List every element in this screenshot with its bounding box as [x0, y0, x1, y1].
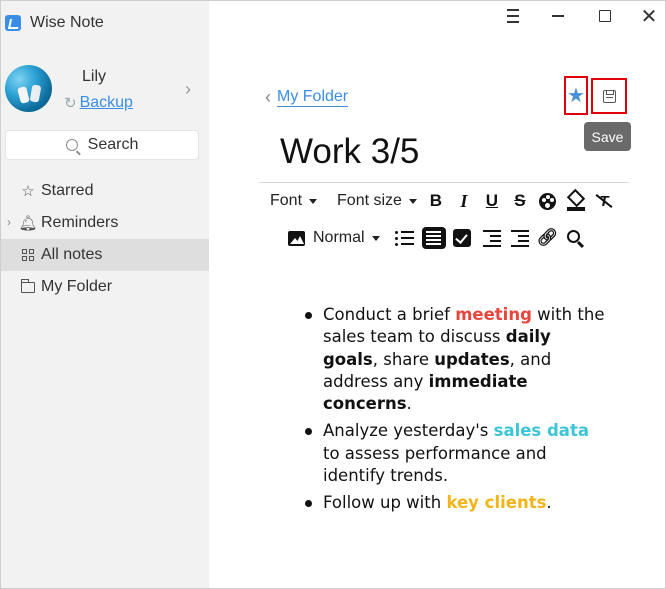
save-tooltip: Save [584, 122, 631, 151]
app-window: Wise Note Lily ↻ Backup › Search ☆ Starr… [0, 0, 666, 589]
user-name: Lily [82, 68, 107, 85]
chevron-right-icon[interactable]: › [185, 79, 191, 100]
caret-down-icon [371, 235, 380, 241]
list-item[interactable]: Conduct a brief meeting with the sales t… [299, 304, 609, 415]
insert-link-button[interactable]: 🔗︎ [537, 227, 559, 249]
search-label: Search [87, 136, 139, 153]
indent-icon [482, 229, 501, 247]
save-button[interactable] [591, 78, 627, 114]
bold-text: updates [434, 349, 510, 369]
note-bullet-list: Conduct a brief meeting with the sales t… [299, 304, 609, 515]
outdent-button[interactable] [509, 227, 531, 249]
paragraph-style-dropdown[interactable]: Normal [313, 229, 380, 247]
sync-icon: ↻ [64, 95, 77, 112]
avatar[interactable] [5, 65, 52, 112]
sidebar-item-all-notes[interactable]: All notes [1, 239, 209, 271]
sidebar-item-reminders[interactable]: › 🔔︎ Reminders [1, 207, 209, 239]
sidebar-item-label: Starred [41, 182, 94, 199]
breadcrumb[interactable]: ‹ My Folder [265, 87, 349, 108]
expand-arrow-icon[interactable]: › [7, 215, 11, 229]
search-icon [65, 139, 78, 151]
star-outline-icon: ☆ [21, 183, 35, 200]
bold-button[interactable]: B [425, 190, 447, 212]
maximize-icon[interactable] [594, 5, 616, 27]
backup-button[interactable]: ↻ Backup [64, 94, 133, 112]
underline-button[interactable]: U [481, 190, 503, 212]
highlight-cyan-text: sales data [493, 421, 589, 441]
highlight-color-button[interactable] [565, 188, 587, 212]
app-logo-icon [5, 15, 21, 31]
menu-icon[interactable] [504, 5, 522, 27]
link-icon: 🔗︎ [536, 228, 559, 247]
highlight-red-text: meeting [455, 305, 532, 324]
highlight-amber-text: key clients [446, 493, 547, 513]
italic-button[interactable]: I [453, 190, 475, 212]
note-title[interactable]: Work 3/5 [280, 132, 419, 172]
breadcrumb-folder-link[interactable]: My Folder [277, 88, 349, 107]
outdent-icon [510, 229, 529, 247]
sidebar-item-label: Reminders [41, 214, 119, 231]
caret-down-icon [408, 198, 417, 204]
find-button[interactable] [565, 227, 587, 249]
palette-icon [539, 192, 557, 210]
font-size-dropdown-label: Font size [337, 192, 402, 209]
sidebar-item-label: My Folder [41, 278, 113, 295]
sidebar-item-starred[interactable]: ☆ Starred [1, 175, 209, 207]
note-body[interactable]: Conduct a brief meeting with the sales t… [299, 304, 609, 520]
sidebar-item-label: All notes [41, 246, 103, 263]
save-icon [602, 89, 616, 103]
paragraph-style-label: Normal [313, 229, 365, 246]
list-button-active[interactable] [421, 227, 446, 249]
indent-button[interactable] [481, 227, 503, 249]
backup-label: Backup [79, 94, 133, 111]
folder-icon [19, 278, 37, 293]
insert-image-button[interactable] [285, 227, 307, 249]
minimize-icon[interactable] [547, 5, 569, 27]
image-icon [287, 230, 305, 246]
strikethrough-button[interactable]: S [509, 190, 531, 212]
paint-bucket-icon [566, 188, 586, 208]
list-item[interactable]: Analyze yesterday's sales data to assess… [299, 420, 609, 487]
app-name: Wise Note [30, 14, 104, 31]
app-title-bar: Wise Note [5, 12, 104, 34]
checkbox-icon [452, 229, 471, 247]
font-size-dropdown[interactable]: Font size [337, 192, 417, 210]
bullet-list-button[interactable] [394, 227, 416, 249]
search-button[interactable]: Search [5, 130, 199, 160]
sidebar-item-my-folder[interactable]: My Folder [1, 271, 209, 303]
grid-icon [19, 249, 37, 261]
star-icon: ★ [567, 85, 585, 107]
chevron-left-icon[interactable]: ‹ [265, 87, 271, 108]
bullet-list-icon [394, 230, 415, 246]
sidebar-nav: ☆ Starred › 🔔︎ Reminders All notes My Fo… [1, 175, 209, 303]
sidebar: Wise Note Lily ↻ Backup › Search ☆ Starr… [1, 1, 209, 588]
font-dropdown-label: Font [270, 192, 303, 209]
toolbar-divider [259, 182, 629, 183]
checklist-button[interactable] [451, 227, 473, 249]
clear-format-button[interactable]: T [593, 190, 615, 212]
font-dropdown[interactable]: Font [270, 192, 318, 210]
caret-down-icon [309, 198, 318, 204]
list-item[interactable]: Follow up with key clients. [299, 492, 609, 514]
star-button[interactable]: ★ [564, 76, 588, 115]
close-icon[interactable]: ✕ [638, 5, 660, 28]
toolbar-row-2: Normal 🔗︎ [285, 226, 587, 250]
toolbar-row-1: Font Font size B I U S T [263, 188, 615, 213]
bell-icon: 🔔︎ [18, 215, 38, 232]
text-color-button[interactable] [537, 190, 559, 212]
magnifier-icon [567, 229, 581, 243]
